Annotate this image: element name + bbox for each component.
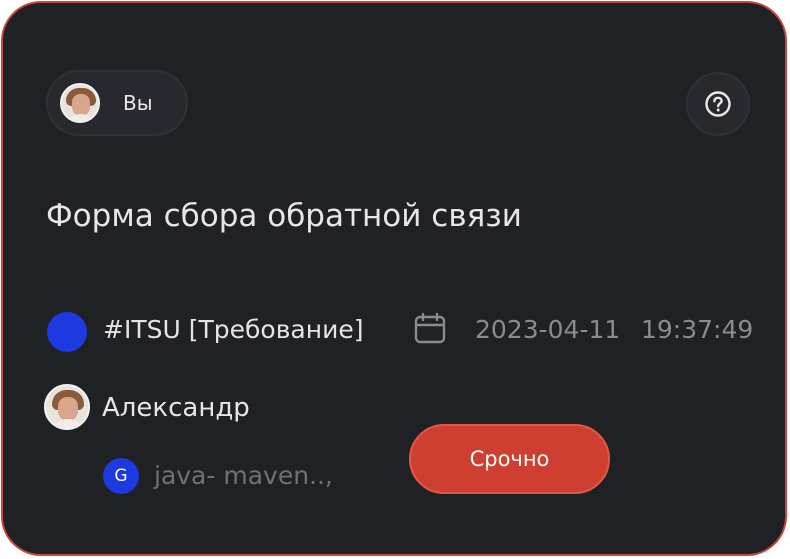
assignee-avatar [44, 384, 90, 430]
created-time: 19:37:49 [641, 315, 754, 344]
current-user-button[interactable]: Вы [46, 70, 188, 136]
user-avatar [60, 83, 100, 123]
urgent-priority-button[interactable]: Срочно [409, 424, 610, 494]
tag-color-dot [47, 312, 87, 352]
help-button[interactable] [686, 72, 750, 136]
calendar-icon [414, 312, 446, 344]
created-date: 2023-04-11 [475, 315, 621, 344]
ticket-tag: #ITSU [Требование] [103, 315, 364, 344]
project-name: java- maven.., [154, 461, 333, 490]
project-badge: G [103, 458, 139, 494]
form-title: Форма сбора обратной связи [46, 198, 522, 234]
assignee-name: Александр [102, 393, 250, 423]
current-user-label: Вы [123, 91, 153, 115]
feedback-card: Вы Форма сбора обратной связи #ITSU [Тре… [1, 1, 787, 556]
question-circle-icon [705, 91, 731, 117]
